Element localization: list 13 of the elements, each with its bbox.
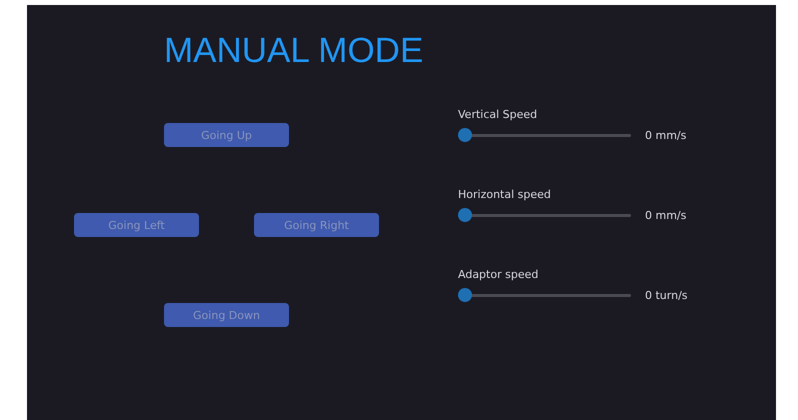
slider-thumb[interactable] (458, 288, 472, 302)
slider-reading: 0 mm/s (645, 208, 686, 222)
slider-label: Vertical Speed (458, 108, 538, 122)
slider-thumb[interactable] (458, 128, 472, 142)
slider-label: Adaptor speed (458, 268, 540, 282)
slider-track[interactable] (458, 288, 631, 302)
slider-thumb[interactable] (458, 208, 472, 222)
slider-label: Horizontal speed (458, 188, 552, 202)
slider-reading: 0 turn/s (645, 288, 688, 302)
page-title: MANUAL MODE (164, 31, 424, 71)
slider-track[interactable] (458, 208, 631, 222)
slider-track[interactable] (458, 128, 631, 142)
slider-reading: 0 mm/s (645, 128, 686, 142)
